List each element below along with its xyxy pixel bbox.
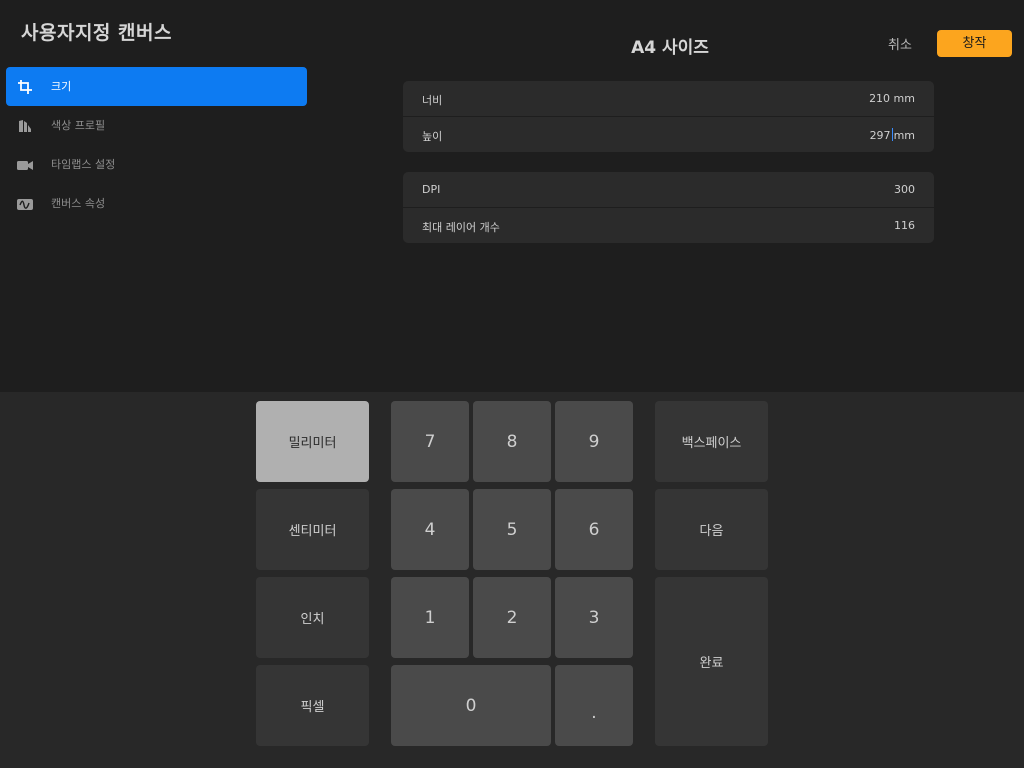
key-0[interactable]: 0 (391, 665, 551, 746)
key-decimal-point[interactable]: . (555, 665, 633, 746)
video-camera-icon (17, 161, 33, 170)
key-5[interactable]: 5 (473, 489, 551, 570)
color-profile-icon (19, 120, 31, 132)
unit-inch-button[interactable]: 인치 (256, 577, 369, 658)
next-button[interactable]: 다음 (655, 489, 768, 570)
key-8[interactable]: 8 (473, 401, 551, 482)
sidebar-item-size[interactable]: 크기 (6, 67, 307, 106)
height-number: 297 (869, 129, 891, 142)
width-value[interactable]: 210 mm (869, 92, 915, 105)
size-panel: 너비 210 mm 높이 297 mm (403, 81, 934, 152)
height-row[interactable]: 높이 297 mm (403, 117, 934, 152)
sidebar-item-color-profile[interactable]: 색상 프로필 (6, 106, 307, 145)
canvas-name-title[interactable]: A4 사이즈 (560, 33, 780, 58)
sidebar-item-label: 크기 (51, 80, 72, 93)
dpi-row[interactable]: DPI 300 (403, 172, 934, 207)
text-cursor (891, 128, 893, 141)
sidebar-item-timelapse[interactable]: 타임랩스 설정 (6, 145, 307, 184)
sidebar-item-label: 색상 프로필 (51, 119, 106, 132)
done-button[interactable]: 완료 (655, 577, 768, 746)
max-layers-row: 최대 레이어 개수 116 (403, 208, 934, 243)
sidebar-item-canvas-properties[interactable]: 캔버스 속성 (6, 184, 307, 223)
create-button[interactable]: 창작 (937, 30, 1012, 57)
width-row[interactable]: 너비 210 mm (403, 81, 934, 116)
key-4[interactable]: 4 (391, 489, 469, 570)
unit-millimeter-button[interactable]: 밀리미터 (256, 401, 369, 482)
dpi-label: DPI (422, 183, 441, 196)
dpi-value[interactable]: 300 (894, 183, 915, 196)
unit-pixel-button[interactable]: 픽셀 (256, 665, 369, 746)
sidebar-item-label: 캔버스 속성 (51, 197, 106, 210)
max-layers-value: 116 (894, 219, 915, 232)
unit-centimeter-button[interactable]: 센티미터 (256, 489, 369, 570)
height-value[interactable]: 297 mm (870, 128, 915, 142)
key-1[interactable]: 1 (391, 577, 469, 658)
canvas-properties-icon (17, 199, 33, 210)
width-label: 너비 (422, 94, 443, 107)
key-2[interactable]: 2 (473, 577, 551, 658)
dpi-panel: DPI 300 최대 레이어 개수 116 (403, 172, 934, 243)
numeric-keyboard: 밀리미터 센티미터 인치 픽셀 7 8 9 4 5 6 1 2 3 0 . 백스… (0, 392, 1024, 768)
key-3[interactable]: 3 (555, 577, 633, 658)
settings-sidebar: 크기 색상 프로필 타임랩스 설정 캔버스 속성 (6, 67, 307, 223)
key-6[interactable]: 6 (555, 489, 633, 570)
height-unit: mm (893, 129, 915, 142)
key-7[interactable]: 7 (391, 401, 469, 482)
key-9[interactable]: 9 (555, 401, 633, 482)
page-title: 사용자지정 캔버스 (21, 22, 172, 44)
backspace-button[interactable]: 백스페이스 (655, 401, 768, 482)
max-layers-label: 최대 레이어 개수 (422, 221, 500, 234)
canvas-settings-panel: 사용자지정 캔버스 A4 사이즈 취소 창작 크기 색상 프로필 타임랩스 설정 (0, 0, 1024, 392)
cancel-button[interactable]: 취소 (876, 34, 924, 53)
height-label: 높이 (422, 130, 443, 143)
crop-icon (18, 80, 32, 94)
sidebar-item-label: 타임랩스 설정 (51, 158, 116, 171)
